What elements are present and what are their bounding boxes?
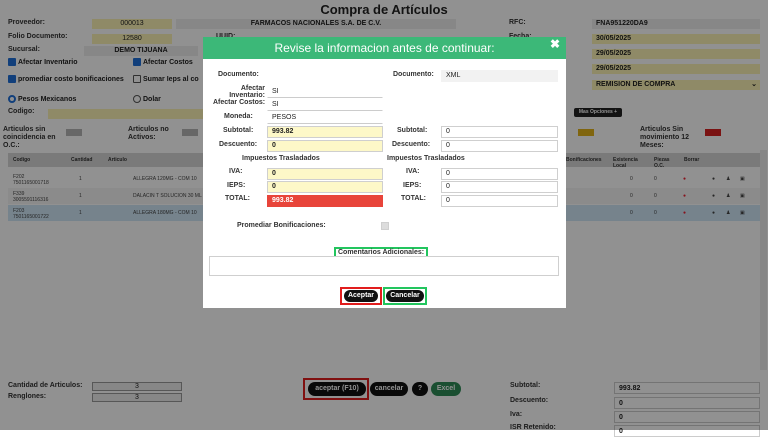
descuento-value-2: 0 [441, 140, 558, 152]
documento-value-2: XML [441, 70, 558, 82]
comentarios-textarea[interactable] [209, 256, 559, 276]
descuento-value: 0 [267, 140, 383, 152]
documento-value [267, 69, 387, 81]
impuestos-trasladados-left: Impuestos Trasladados [242, 155, 320, 162]
modal-header: Revise la informacion antes de continuar… [203, 37, 566, 59]
descuento-label: Descuento: [219, 141, 258, 148]
total-value-2: 0 [441, 195, 558, 207]
subtotal-label-2: Subtotal: [397, 127, 428, 134]
documento-label-2: Documento: [393, 71, 434, 78]
afectar-costos-value: SI [267, 99, 383, 111]
promediar-bonificaciones-checkbox[interactable] [381, 222, 389, 230]
descuento-label-2: Descuento: [392, 141, 431, 148]
iva-value-2: 0 [441, 168, 558, 180]
total-label-2: TOTAL: [401, 195, 427, 202]
subtotal-value: 993.82 [267, 126, 383, 138]
promediar-bonificaciones-label: Promediar Bonificaciones: [237, 222, 326, 229]
total-label: TOTAL: [225, 195, 251, 202]
close-icon[interactable]: ✖ [550, 37, 560, 51]
moneda-value: PESOS [267, 112, 383, 124]
documento-label: Documento: [218, 71, 259, 78]
iva-label-2: IVA: [406, 168, 420, 175]
iva-value: 0 [267, 168, 383, 180]
afectar-inventario-value: SI [267, 86, 383, 98]
afectar-costos-label: Afectar Costos: [213, 99, 266, 106]
ieps-value-2: 0 [441, 181, 558, 193]
ieps-value: 0 [267, 181, 383, 193]
total-value: 993.82 [267, 195, 383, 207]
modal-cancelar-button[interactable]: Cancelar [386, 290, 424, 302]
modal-title: Revise la informacion antes de continuar… [274, 41, 495, 55]
ieps-label-2: IEPS: [403, 182, 422, 189]
afectar-inventario-label: Afectar Inventario: [229, 85, 265, 99]
iva-label: IVA: [229, 168, 243, 175]
subtotal-value-2: 0 [441, 126, 558, 138]
ieps-label: IEPS: [227, 182, 246, 189]
subtotal-label: Subtotal: [223, 127, 254, 134]
aceptar-button[interactable]: Aceptar [344, 290, 378, 302]
impuestos-trasladados-right: Impuestos Trasladados [387, 155, 465, 162]
moneda-label: Moneda: [224, 113, 253, 120]
review-modal: Revise la informacion antes de continuar… [203, 37, 566, 308]
